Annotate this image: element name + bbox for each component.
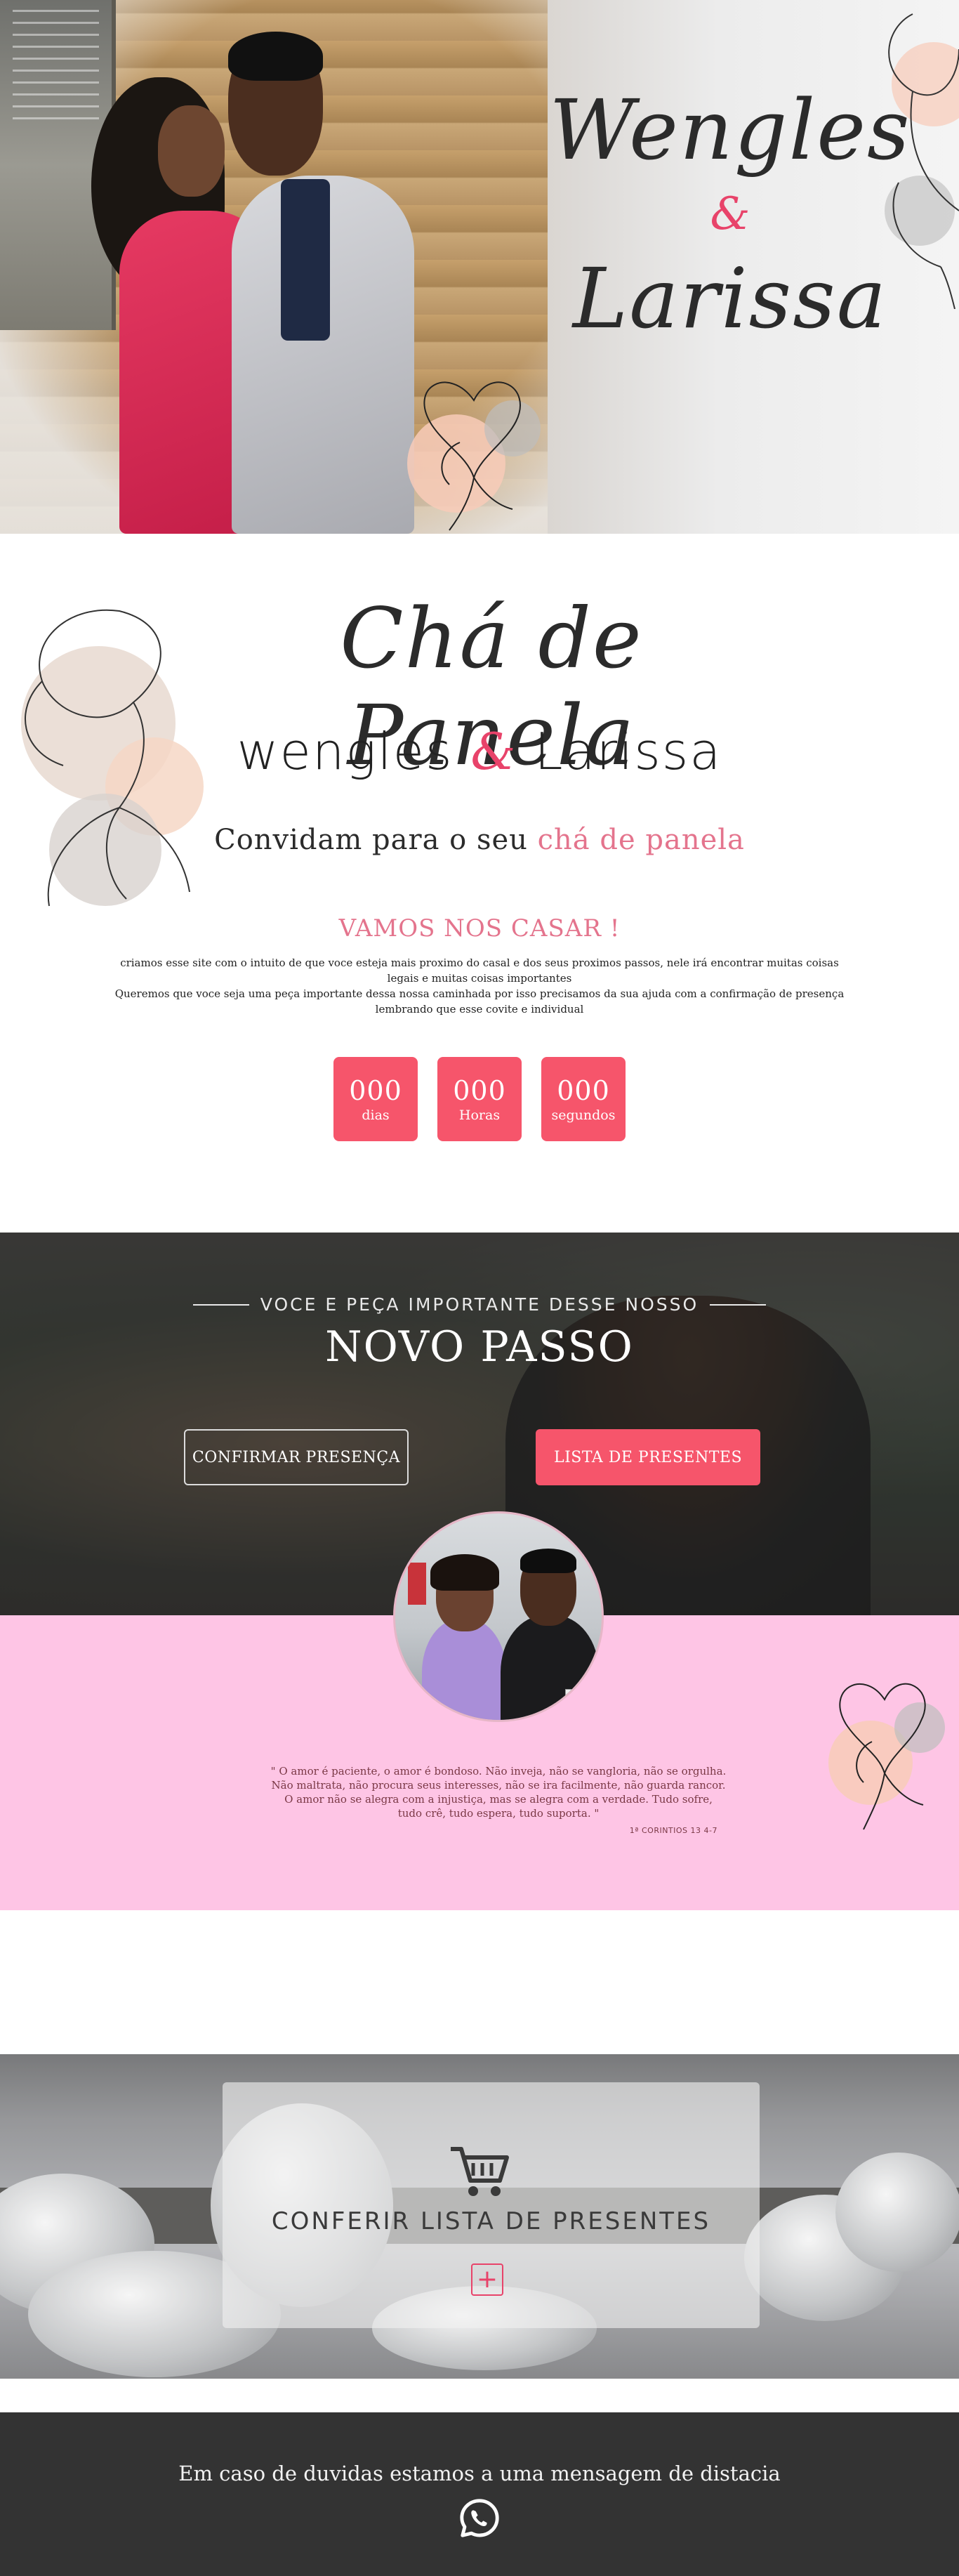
- heart-flower-icon: [828, 1683, 945, 1830]
- couple-name-right: Larissa: [534, 722, 722, 781]
- countdown-label: segundos: [551, 1108, 616, 1123]
- hero-name-2: Larissa: [572, 250, 888, 347]
- invite-line-accent: chá de panela: [537, 824, 745, 856]
- footer: Em caso de duvidas estamos a uma mensage…: [0, 2412, 959, 2576]
- invite-text-line: Queremos que voce seja uma peça importan…: [114, 987, 845, 1000]
- countdown-seconds: 000 segundos: [541, 1057, 626, 1141]
- footer-contact-text: Em caso de duvidas estamos a uma mensage…: [178, 2462, 781, 2485]
- couple-round-photo: [393, 1511, 604, 1722]
- confirm-presence-button[interactable]: CONFIRMAR PRESENÇA: [184, 1429, 409, 1485]
- countdown-hours: 000 Horas: [437, 1057, 522, 1141]
- invite-text-line: criamos esse site com o intuito de que v…: [120, 957, 839, 969]
- couple-name-left: wengles: [237, 722, 454, 781]
- gift-list-label: CONFERIR LISTA DE PRESENTES: [271, 2207, 711, 2235]
- quote-reference: 1ª CORINTIOS 13 4-7: [629, 1826, 717, 1835]
- quote-line: " O amor é paciente, o amor é bondoso. N…: [270, 1765, 727, 1777]
- whatsapp-icon[interactable]: [458, 2497, 501, 2540]
- hero-ampersand: &: [710, 188, 750, 240]
- countdown-label: dias: [362, 1108, 390, 1123]
- vamos-nos-casar-heading: VAMOS NOS CASAR !: [338, 914, 621, 942]
- gift-list-button[interactable]: LISTA DE PRESENTES: [536, 1429, 760, 1485]
- countdown-label: Horas: [458, 1108, 501, 1123]
- divider-line: [710, 1303, 767, 1306]
- countdown-value: 000: [557, 1075, 610, 1106]
- quote-line: O amor não se alegra com a injustiça, ma…: [284, 1793, 713, 1806]
- hero-section: Wengles & Larissa: [0, 0, 959, 534]
- invite-text-line: lembrando que esse covite e individual: [375, 1003, 584, 1016]
- couple-names: wengles & Larissa: [0, 722, 959, 781]
- hero-couple-photo: [0, 0, 548, 534]
- hero-name-1: Wengles: [549, 81, 911, 178]
- bible-quote: " O amor é paciente, o amor é bondoso. N…: [267, 1764, 730, 1820]
- add-plus-button[interactable]: +: [471, 2263, 503, 2296]
- countdown-value: 000: [349, 1075, 402, 1106]
- invite-line-prefix: Convidam para o seu: [214, 824, 538, 856]
- countdown-value: 000: [453, 1075, 506, 1106]
- invite-line: Convidam para o seu chá de panela: [0, 824, 959, 856]
- novo-passo-title: NOVO PASSO: [325, 1322, 634, 1372]
- couple-ampersand: &: [470, 722, 517, 781]
- countdown-days: 000 dias: [333, 1057, 418, 1141]
- novo-passo-subtitle-text: VOCE E PEÇA IMPORTANTE DESSE NOSSO: [260, 1294, 699, 1315]
- invite-section: Chá de Panela wengles & Larissa Convidam…: [0, 534, 959, 1233]
- quote-section: " O amor é paciente, o amor é bondoso. N…: [0, 1511, 959, 1910]
- gift-list-section: CONFERIR LISTA DE PRESENTES +: [0, 2054, 959, 2379]
- divider-line: [192, 1303, 249, 1306]
- couple-figure: [77, 32, 414, 534]
- countdown: 000 dias 000 Horas 000 segundos: [0, 1057, 959, 1141]
- invite-text-line: legais e muitas coisas importantes: [387, 972, 572, 985]
- quote-line: Não maltrata, não procura seus interesse…: [271, 1779, 726, 1792]
- novo-passo-subtitle: VOCE E PEÇA IMPORTANTE DESSE NOSSO: [0, 1294, 959, 1315]
- invite-description: criamos esse site com o intuito de que v…: [84, 955, 875, 1017]
- quote-line: tudo crê, tudo espera, tudo suporta. ": [397, 1807, 600, 1820]
- hero-couple-title: Wengles & Larissa: [548, 77, 913, 351]
- cart-icon: [451, 2147, 509, 2196]
